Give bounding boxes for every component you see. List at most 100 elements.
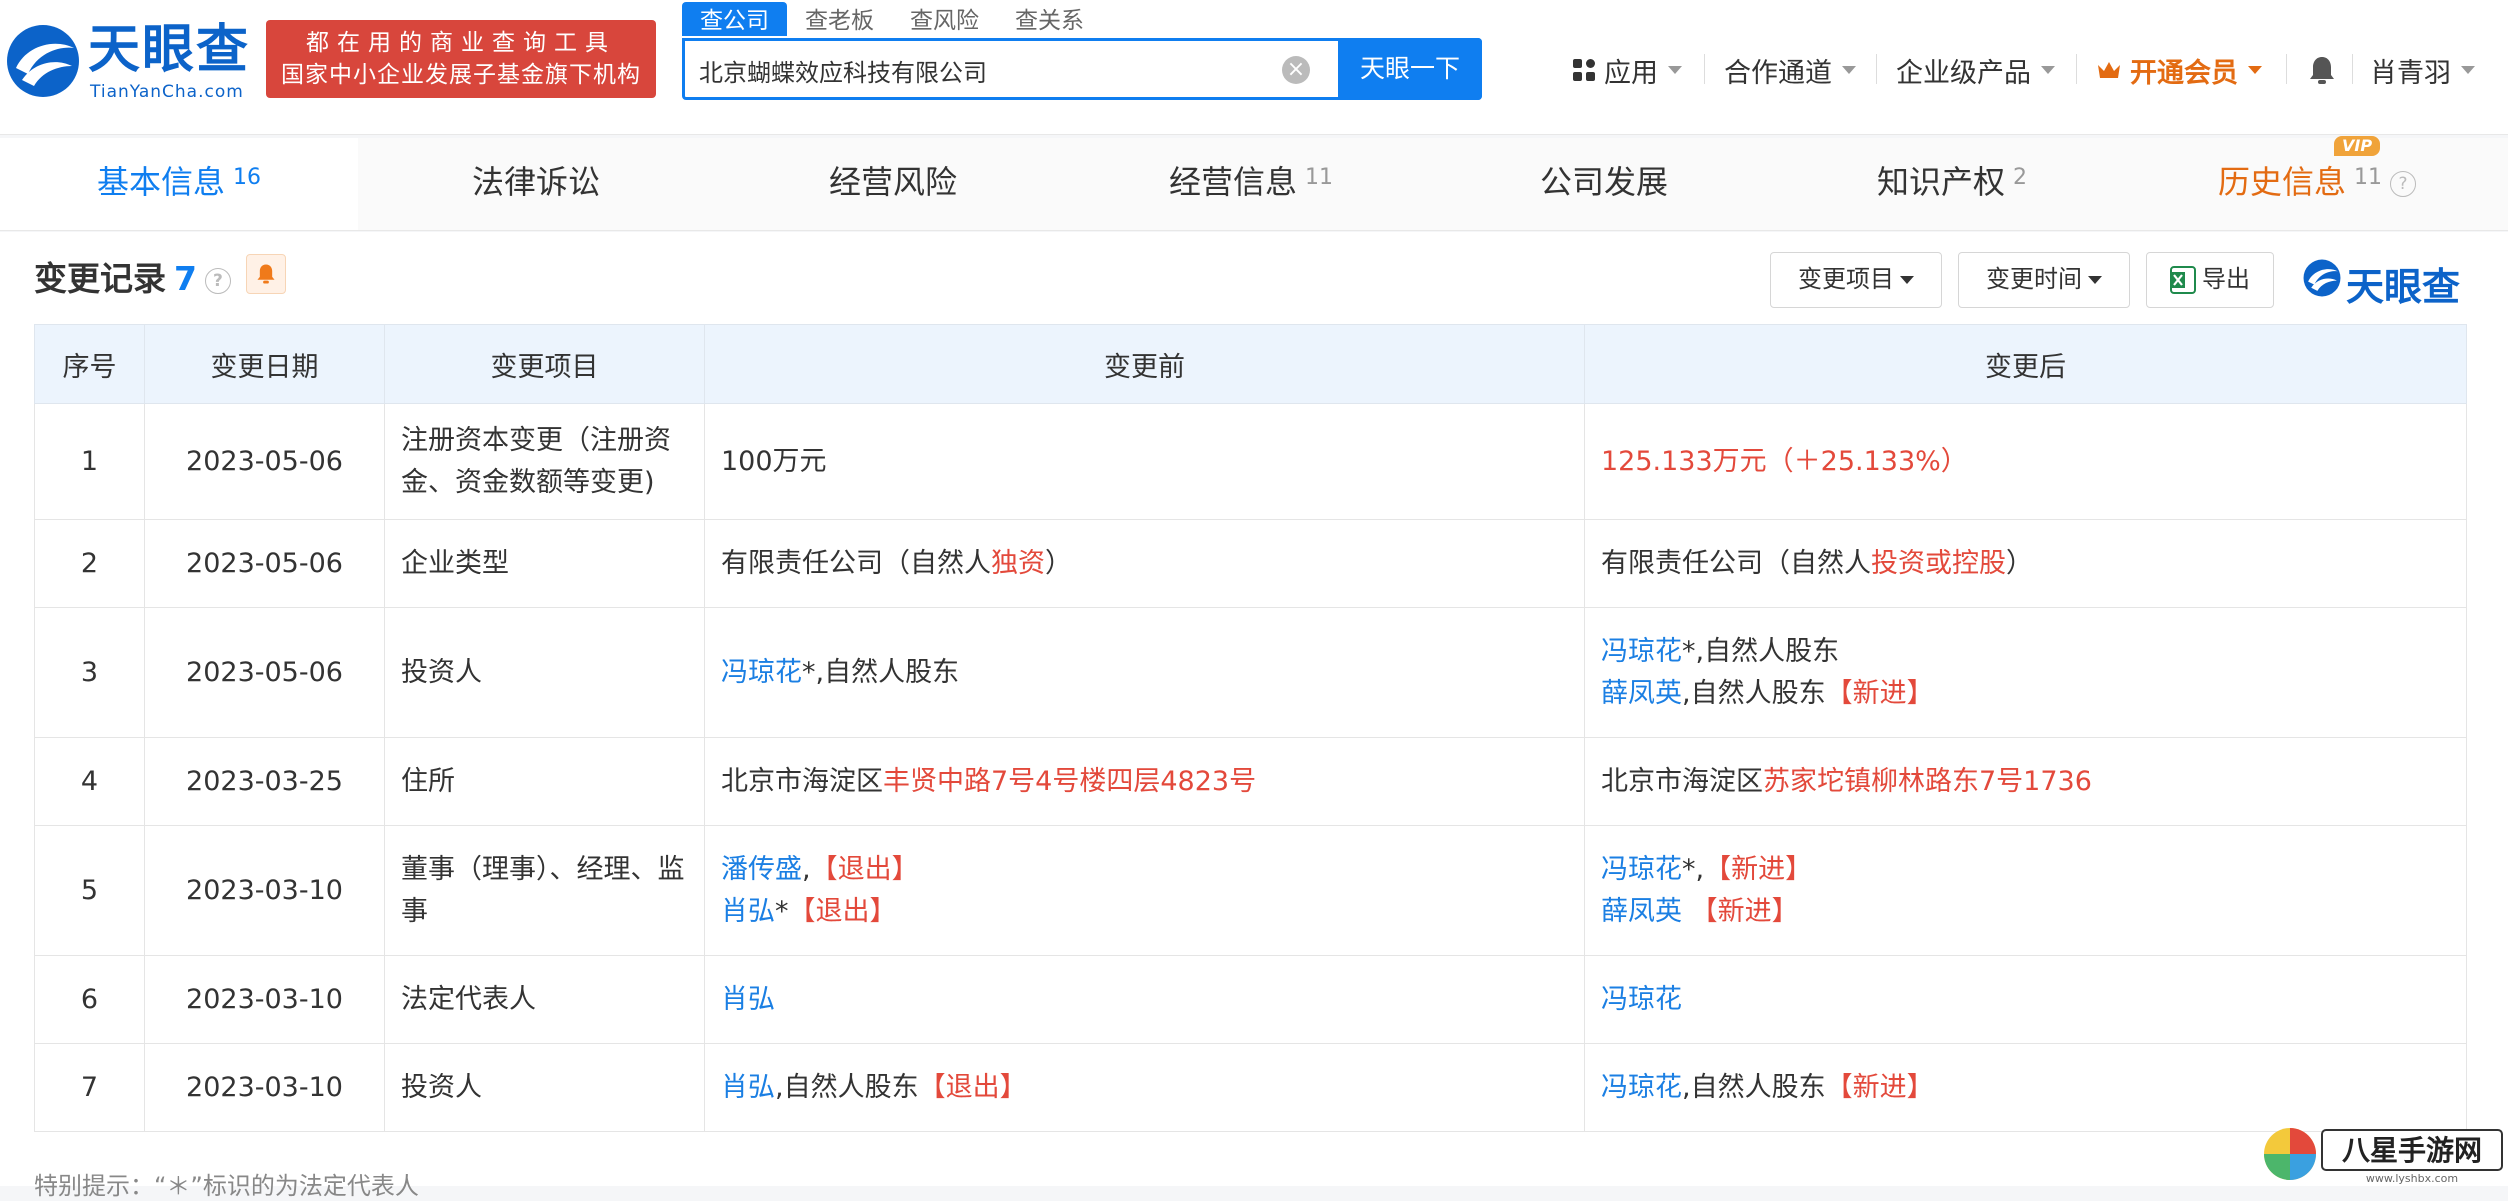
search-type-tabs: 查公司 查老板 查风险 查关系 <box>682 2 1102 36</box>
tab-label: 历史信息 <box>2217 163 2346 201</box>
person-link[interactable]: 冯琼花 <box>1601 984 1682 1015</box>
nav-open-vip[interactable]: 开通会员 <box>2096 50 2262 90</box>
person-link[interactable]: 冯琼花 <box>1601 1072 1682 1103</box>
nav-vip-label: 开通会员 <box>2130 57 2238 89</box>
search-button[interactable]: 天眼一下 <box>1338 38 1482 100</box>
watermark-url: www.lyshbx.com <box>2366 1172 2458 1185</box>
highlight-text: 投资或控股 <box>1871 547 2006 579</box>
chevron-down-icon <box>1668 66 1682 74</box>
value-line: 125.133万元（＋25.133%） <box>1601 441 2450 483</box>
person-link[interactable]: 肖弘 <box>721 984 775 1015</box>
nav-cooperation[interactable]: 合作通道 <box>1724 50 1856 90</box>
change-item-filter[interactable]: 变更项目 <box>1770 252 1942 308</box>
highlight-text: 【新进】 <box>1704 853 1813 885</box>
person-link[interactable]: 潘传盛 <box>721 854 802 885</box>
column-header: 变更日期 <box>144 324 385 404</box>
tab-label: 经营信息 <box>1168 163 1297 201</box>
tab-company-development[interactable]: 公司发展 <box>1430 138 1778 230</box>
tab-label: 法律诉讼 <box>471 163 600 201</box>
column-header: 变更后 <box>1584 324 2467 404</box>
value-line: 肖弘,自然人股东【退出】 <box>721 1067 1568 1109</box>
table-row: 6 2023-03-10 法定代表人 肖弘 冯琼花 <box>34 955 2467 1044</box>
value-text: ,自然人股东 <box>1682 1071 1826 1103</box>
change-date: 2023-03-10 <box>144 1043 385 1132</box>
change-after: 冯琼花*,自然人股东 薛凤英,自然人股东【新进】 <box>1584 607 2467 738</box>
section-title-text: 变更记录 <box>34 259 166 298</box>
person-link[interactable]: 冯琼花 <box>1601 854 1682 885</box>
nav-apps[interactable]: 应用 <box>1572 50 1682 90</box>
change-item: 法定代表人 <box>384 955 705 1044</box>
chevron-down-icon <box>2461 66 2475 74</box>
tab-legal-litigation[interactable]: 法律诉讼 <box>358 138 714 230</box>
change-after: 冯琼花 <box>1584 955 2467 1044</box>
change-records-table: 序号 变更日期 变更项目 变更前 变更后 1 2023-05-06 注册资本变更（注… <box>34 324 2467 1132</box>
search-input[interactable] <box>697 41 1301 99</box>
value-text: *,自然人股东 <box>1682 635 1840 667</box>
value-line: 潘传盛,【退出】 <box>721 849 1568 891</box>
filter-label: 变更时间 <box>1986 265 2082 293</box>
tab-business-info[interactable]: 经营信息 11 <box>1072 138 1430 230</box>
search-tab-company[interactable]: 查公司 <box>682 2 787 36</box>
help-icon[interactable]: ? <box>204 267 231 294</box>
search-tab-boss[interactable]: 查老板 <box>787 2 892 36</box>
tab-count: 16 <box>233 165 261 190</box>
nav-enterprise-label: 企业级产品 <box>1896 57 2031 89</box>
export-label: 导出 <box>2202 265 2250 293</box>
tianyancha-logo[interactable]: 天眼查 TianYanCha.com <box>4 20 254 102</box>
clear-icon[interactable]: × <box>1282 56 1310 84</box>
search-tab-risk[interactable]: 查风险 <box>892 2 997 36</box>
row-number: 3 <box>34 607 145 738</box>
person-link[interactable]: 冯琼花 <box>1601 636 1682 667</box>
change-after: 冯琼花,自然人股东【新进】 <box>1584 1043 2467 1132</box>
user-menu[interactable]: 肖青羽 <box>2370 50 2475 90</box>
tab-business-risk[interactable]: 经营风险 <box>714 138 1072 230</box>
nav-divider <box>2286 54 2287 84</box>
highlight-text: 【退出】 <box>788 895 897 927</box>
tab-label: 公司发展 <box>1539 163 1668 201</box>
bell-icon <box>2310 57 2334 84</box>
value-text: , <box>802 853 811 885</box>
tab-history-info[interactable]: 历史信息 11? <box>2126 138 2508 230</box>
company-info-tabs: 基本信息 16 法律诉讼 经营风险 经营信息 11 公司发展 知识产权 2 历史信息 1… <box>0 136 2508 231</box>
change-before: 北京市海淀区丰贤中路7号4号楼四层4823号 <box>704 737 1585 826</box>
top-header: 天眼查 TianYanCha.com 都在用的商业查询工具 国家中小企业发展子基… <box>0 0 2508 135</box>
change-date: 2023-05-06 <box>144 607 385 738</box>
change-item: 投资人 <box>384 607 705 738</box>
person-link[interactable]: 肖弘 <box>721 1072 775 1103</box>
person-link[interactable]: 肖弘 <box>721 896 775 927</box>
value-text: 北京市海淀区 <box>1601 765 1763 797</box>
change-before: 肖弘,自然人股东【退出】 <box>704 1043 1585 1132</box>
highlight-text: 【新进】 <box>1825 1071 1934 1103</box>
help-icon[interactable]: ? <box>2390 171 2416 197</box>
highlight-text: 独资 <box>991 547 1045 579</box>
tianyancha-logo-icon <box>7 25 79 97</box>
change-time-filter[interactable]: 变更时间 <box>1958 252 2130 308</box>
person-link[interactable]: 薛凤英 <box>1601 678 1682 709</box>
search-tab-relation[interactable]: 查关系 <box>997 2 1102 36</box>
subscribe-alert-button[interactable] <box>246 254 286 294</box>
slogan-banner: 都在用的商业查询工具 国家中小企业发展子基金旗下机构 <box>266 20 656 98</box>
tianyancha-logo-icon <box>2303 259 2341 297</box>
caret-down-icon <box>2088 276 2102 284</box>
change-before: 冯琼花*,自然人股东 <box>704 607 1585 738</box>
nav-enterprise-products[interactable]: 企业级产品 <box>1896 50 2055 90</box>
change-item: 企业类型 <box>384 519 705 608</box>
export-button[interactable]: 导出 <box>2146 252 2274 308</box>
watermark-text: 八星手游网 <box>2342 1134 2482 1167</box>
notification-button[interactable] <box>2308 50 2336 90</box>
highlight-text: 【新进】 <box>1690 895 1799 927</box>
change-date: 2023-03-25 <box>144 737 385 826</box>
value-line: 冯琼花*,自然人股东 <box>721 652 1568 694</box>
change-item: 投资人 <box>384 1043 705 1132</box>
nav-divider <box>2352 54 2353 84</box>
tab-intellectual-property[interactable]: 知识产权 2 <box>1778 138 2126 230</box>
value-text: ） <box>2006 547 2033 579</box>
tab-basic-info[interactable]: 基本信息 16 <box>0 138 358 230</box>
person-link[interactable]: 薛凤英 <box>1601 896 1682 927</box>
footnote: 特别提示：“＊”标识的为法定代表人 <box>34 1172 419 1200</box>
value-text: ） <box>1045 547 1072 579</box>
nav-divider <box>2076 54 2077 84</box>
value-text: ,自然人股东 <box>775 1071 919 1103</box>
value-line: 有限责任公司（自然人投资或控股） <box>1601 543 2450 585</box>
person-link[interactable]: 冯琼花 <box>721 657 802 688</box>
